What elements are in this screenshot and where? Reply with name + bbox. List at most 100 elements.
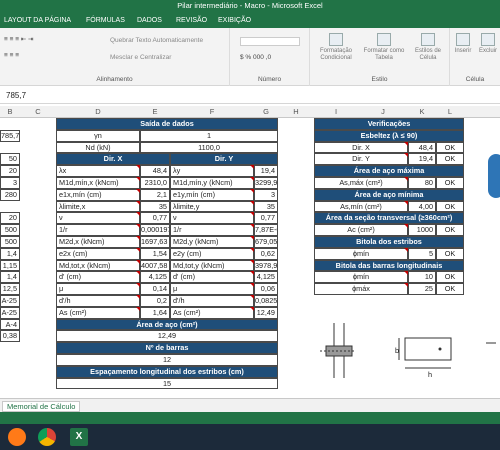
formula-bar[interactable]: 785,7: [0, 88, 500, 104]
spreadsheet-grid[interactable]: 785,7 50 20 3 280 20 500 500 1,4 1,15 1,4 12,5 A-25 A…: [0, 118, 500, 398]
saida-row-value-x[interactable]: 1,54: [140, 247, 170, 260]
saida-row-value-y[interactable]: 0,62: [254, 247, 278, 260]
sheet-tab-memorial[interactable]: Memorial de Cálculo: [2, 401, 81, 412]
insert-button[interactable]: Inserir: [452, 33, 474, 55]
cell-b-4[interactable]: 3: [0, 177, 20, 189]
cell-b-2[interactable]: 50: [0, 153, 20, 166]
saida-row-value-y[interactable]: 35: [254, 200, 278, 213]
cell-b-15[interactable]: A-25: [0, 306, 20, 319]
saida-row-value-x[interactable]: 2,1: [140, 188, 170, 201]
saida-row-value-x[interactable]: 0,77: [140, 212, 170, 225]
col-c[interactable]: C: [20, 107, 56, 116]
comment-indicator: [250, 271, 254, 276]
col-b[interactable]: B: [0, 107, 20, 116]
saida-row-value-y[interactable]: 3299,9: [254, 177, 278, 189]
espacamento-value[interactable]: 15: [56, 377, 278, 390]
window-title: Pilar intermediário - Macro - Microsoft …: [177, 1, 323, 10]
wrap-text-button[interactable]: Quebrar Texto Automaticamente: [110, 37, 203, 44]
cell-b-0[interactable]: 785,7: [0, 129, 20, 142]
cell-b-8[interactable]: 500: [0, 224, 20, 236]
area-aco-value[interactable]: 12,49: [56, 330, 278, 343]
cell-b-16[interactable]: A-4: [0, 318, 20, 331]
formula-value[interactable]: 785,7: [6, 91, 26, 100]
col-k[interactable]: K: [408, 107, 436, 116]
saida-row-value-y[interactable]: 12,49: [254, 306, 278, 319]
phimin-long-value[interactable]: 10: [408, 271, 436, 284]
number-format-select[interactable]: [240, 37, 300, 46]
col-h[interactable]: H: [278, 107, 314, 116]
amin-header: Área de aço mínima: [314, 188, 464, 201]
cell-b-11[interactable]: 1,15: [0, 259, 20, 272]
conditional-format-button[interactable]: Formatação Condicional: [316, 33, 356, 62]
cell-b-3[interactable]: 20: [0, 165, 20, 177]
saida-row-value-y[interactable]: 0,77: [254, 212, 278, 225]
saida-row-value-y[interactable]: 19,4: [254, 165, 278, 177]
col-j[interactable]: J: [358, 107, 408, 116]
saida-row-value-y[interactable]: 3: [254, 188, 278, 201]
saida-row-value-y[interactable]: 0,0825: [254, 295, 278, 307]
cell-b-9[interactable]: 500: [0, 236, 20, 248]
tab-exibicao[interactable]: EXIBIÇÃO: [218, 17, 251, 24]
saida-row-value-x[interactable]: 1,64: [140, 306, 170, 319]
saida-row-value-y[interactable]: 679,05: [254, 236, 278, 248]
number-buttons[interactable]: $ % 000 ,0: [240, 54, 271, 61]
nd-value[interactable]: 1100,0: [140, 141, 278, 154]
saida-row-value-x[interactable]: 48,4: [140, 165, 170, 177]
col-d[interactable]: D: [56, 107, 140, 116]
tab-dados[interactable]: DADOS: [137, 17, 162, 24]
comment-indicator: [136, 247, 140, 252]
chrome-icon[interactable]: [38, 428, 56, 446]
col-e[interactable]: E: [140, 107, 170, 116]
shape-button[interactable]: [488, 154, 500, 198]
saida-row-label-y: As (cm²): [170, 306, 254, 319]
saida-row-value-x[interactable]: 35: [140, 200, 170, 213]
saida-row-value-x[interactable]: 0,2: [140, 295, 170, 307]
tab-formulas[interactable]: FÓRMULAS: [86, 17, 125, 24]
saida-row-value-x[interactable]: 4007,58: [140, 259, 170, 272]
amin-value[interactable]: 4,00: [408, 200, 436, 213]
cell-b-14[interactable]: A-25: [0, 295, 20, 307]
n-barras-value[interactable]: 12: [56, 354, 278, 366]
cell-styles-button[interactable]: Estilos de Célula: [410, 33, 446, 62]
col-i[interactable]: I: [314, 107, 358, 116]
col-f[interactable]: F: [170, 107, 254, 116]
amax-value[interactable]: 80: [408, 177, 436, 189]
merge-center-button[interactable]: Mesclar e Centralizar: [110, 54, 171, 61]
cell-b-13[interactable]: 12,5: [0, 283, 20, 295]
tab-layout[interactable]: LAYOUT DA PÁGINA: [4, 17, 71, 24]
diagram-h-label: h: [428, 370, 433, 379]
saida-row-value-x[interactable]: 1697,63: [140, 236, 170, 248]
saida-row-label-y: d' (cm): [170, 271, 254, 284]
esbeltez-diry-value[interactable]: 19,4: [408, 153, 436, 166]
saida-row-value-y[interactable]: 3978,99: [254, 259, 278, 272]
format-table-button[interactable]: Formatar como Tabela: [362, 33, 406, 62]
phimax-long-value[interactable]: 25: [408, 283, 436, 295]
align-buttons[interactable]: ≡ ≡ ≡ ⇤ ⇥: [4, 35, 34, 43]
esbeltez-dirx-value[interactable]: 48,4: [408, 141, 436, 154]
phimin-estribo-value[interactable]: 5: [408, 247, 436, 260]
tab-revisao[interactable]: REVISÃO: [176, 17, 207, 24]
col-l[interactable]: L: [436, 107, 464, 116]
saida-row-value-x[interactable]: 0,000197: [140, 224, 170, 236]
saida-row-value-x[interactable]: 4,125: [140, 271, 170, 284]
gamma-n-value[interactable]: 1: [140, 129, 278, 142]
delete-button[interactable]: Excluir: [476, 33, 500, 55]
cell-b-12[interactable]: 1,4: [0, 271, 20, 284]
saida-row-value-y[interactable]: 0,06: [254, 283, 278, 295]
espacamento-title: Espaçamento longitudinal dos estribos (c…: [56, 365, 278, 378]
align-buttons-2[interactable]: ≡ ≡ ≡: [4, 52, 19, 59]
saida-row-value-y[interactable]: 7,87E-05: [254, 224, 278, 236]
area-aco-title: Área de aço (cm²): [56, 318, 278, 331]
firefox-icon[interactable]: [8, 428, 26, 446]
cell-b-5[interactable]: 280: [0, 188, 20, 201]
col-g[interactable]: G: [254, 107, 278, 116]
cell-b-17[interactable]: 0,38: [0, 330, 20, 343]
cell-b-7[interactable]: 20: [0, 212, 20, 225]
comment-indicator: [136, 295, 140, 299]
saida-row-value-x[interactable]: 0,14: [140, 283, 170, 295]
saida-row-value-x[interactable]: 2310,0: [140, 177, 170, 189]
cell-b-10[interactable]: 1,4: [0, 247, 20, 260]
saida-row-value-y[interactable]: 4,125: [254, 271, 278, 284]
ac-value[interactable]: 1000: [408, 224, 436, 236]
excel-taskbar-icon[interactable]: X: [70, 428, 88, 446]
